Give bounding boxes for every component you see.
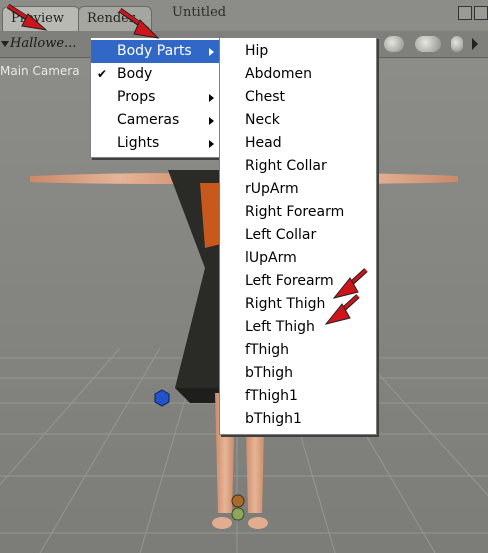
menu-item-props[interactable]: Props: [91, 86, 220, 109]
submenu-item-right-collar[interactable]: Right Collar: [220, 155, 376, 178]
menu-item-body-parts[interactable]: Body Parts: [91, 40, 220, 63]
move-icon[interactable]: [415, 36, 441, 52]
menu-item-lights[interactable]: Lights: [91, 132, 220, 155]
submenu-item-neck[interactable]: Neck: [220, 109, 376, 132]
menu-item-label: Props: [117, 89, 156, 105]
submenu-item-bthigh[interactable]: bThigh: [220, 362, 376, 385]
menu-item-cameras[interactable]: Cameras: [91, 109, 220, 132]
figure-menu: Body Parts ✔ Body Props Cameras Lights: [90, 37, 221, 158]
submenu-item-chest[interactable]: Chest: [220, 86, 376, 109]
submenu-item-fthigh1[interactable]: fThigh1: [220, 385, 376, 408]
body-parts-submenu: Hip Abdomen Chest Neck Head Right Collar…: [219, 37, 377, 435]
menu-item-body[interactable]: ✔ Body: [91, 63, 220, 86]
annotation-arrow-icon: [118, 7, 160, 39]
submenu-arrow-icon: [209, 140, 214, 148]
submenu-item-bthigh1[interactable]: bThigh1: [220, 408, 376, 431]
annotation-arrow-icon: [6, 3, 48, 31]
submenu-item-abdomen[interactable]: Abdomen: [220, 63, 376, 86]
submenu-item-head[interactable]: Head: [220, 132, 376, 155]
document-tab-bar: Preview Render Untitled: [0, 0, 488, 32]
figure-select[interactable]: Hallowe...: [0, 35, 76, 53]
scroll-right-icon[interactable]: [470, 36, 480, 52]
menu-item-label: Body Parts: [117, 43, 192, 59]
close-icon[interactable]: [474, 6, 488, 20]
maximize-icon[interactable]: [458, 6, 472, 20]
submenu-arrow-icon: [209, 94, 214, 102]
submenu-item-hip[interactable]: Hip: [220, 40, 376, 63]
camera-label: Main Camera: [0, 64, 80, 78]
submenu-item-fthigh[interactable]: fThigh: [220, 339, 376, 362]
checkmark-icon: ✔: [97, 67, 108, 81]
document-title: Untitled: [172, 5, 227, 20]
submenu-arrow-icon: [209, 48, 214, 56]
rotate-icon[interactable]: [384, 36, 404, 52]
submenu-item-left-collar[interactable]: Left Collar: [220, 224, 376, 247]
annotation-arrow-icon: [324, 294, 360, 325]
trackball-icon[interactable]: [451, 36, 463, 52]
menu-item-label: Cameras: [117, 112, 180, 128]
menu-item-label: Lights: [117, 135, 160, 151]
submenu-item-rupArm[interactable]: rUpArm: [220, 178, 376, 201]
submenu-item-right-forearm[interactable]: Right Forearm: [220, 201, 376, 224]
submenu-arrow-icon: [209, 117, 214, 125]
menu-item-label: Body: [117, 66, 153, 82]
